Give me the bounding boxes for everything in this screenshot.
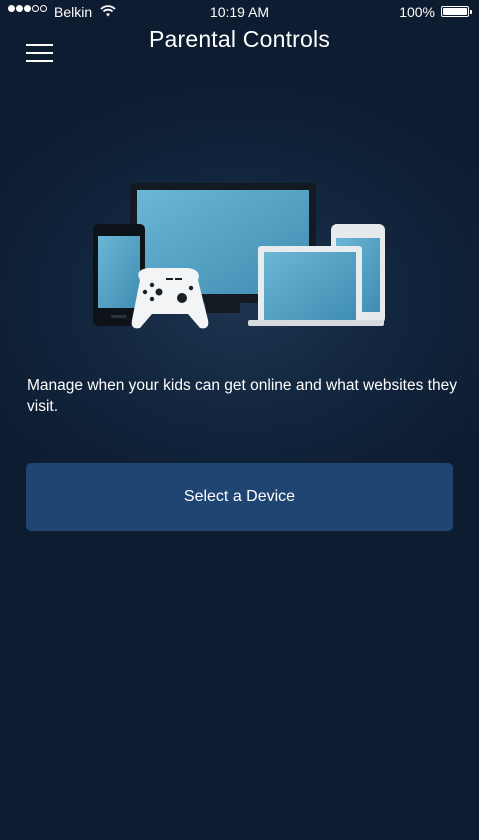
status-bar: Belkin 10:19 AM 100%	[0, 0, 479, 24]
battery-icon	[441, 6, 472, 17]
select-device-label: Select a Device	[183, 488, 296, 505]
game-controller-icon	[131, 268, 209, 329]
devices-illustration	[93, 183, 385, 329]
app-screen: Belkin 10:19 AM 100% Parental Controls M…	[0, 0, 479, 840]
page-title: Parental Controls	[148, 26, 331, 52]
parental-controls-description: Manage when your kids can get online and…	[27, 377, 457, 415]
battery-percentage: 100%	[399, 4, 435, 20]
select-device-button[interactable]: Select a Device	[26, 463, 453, 531]
